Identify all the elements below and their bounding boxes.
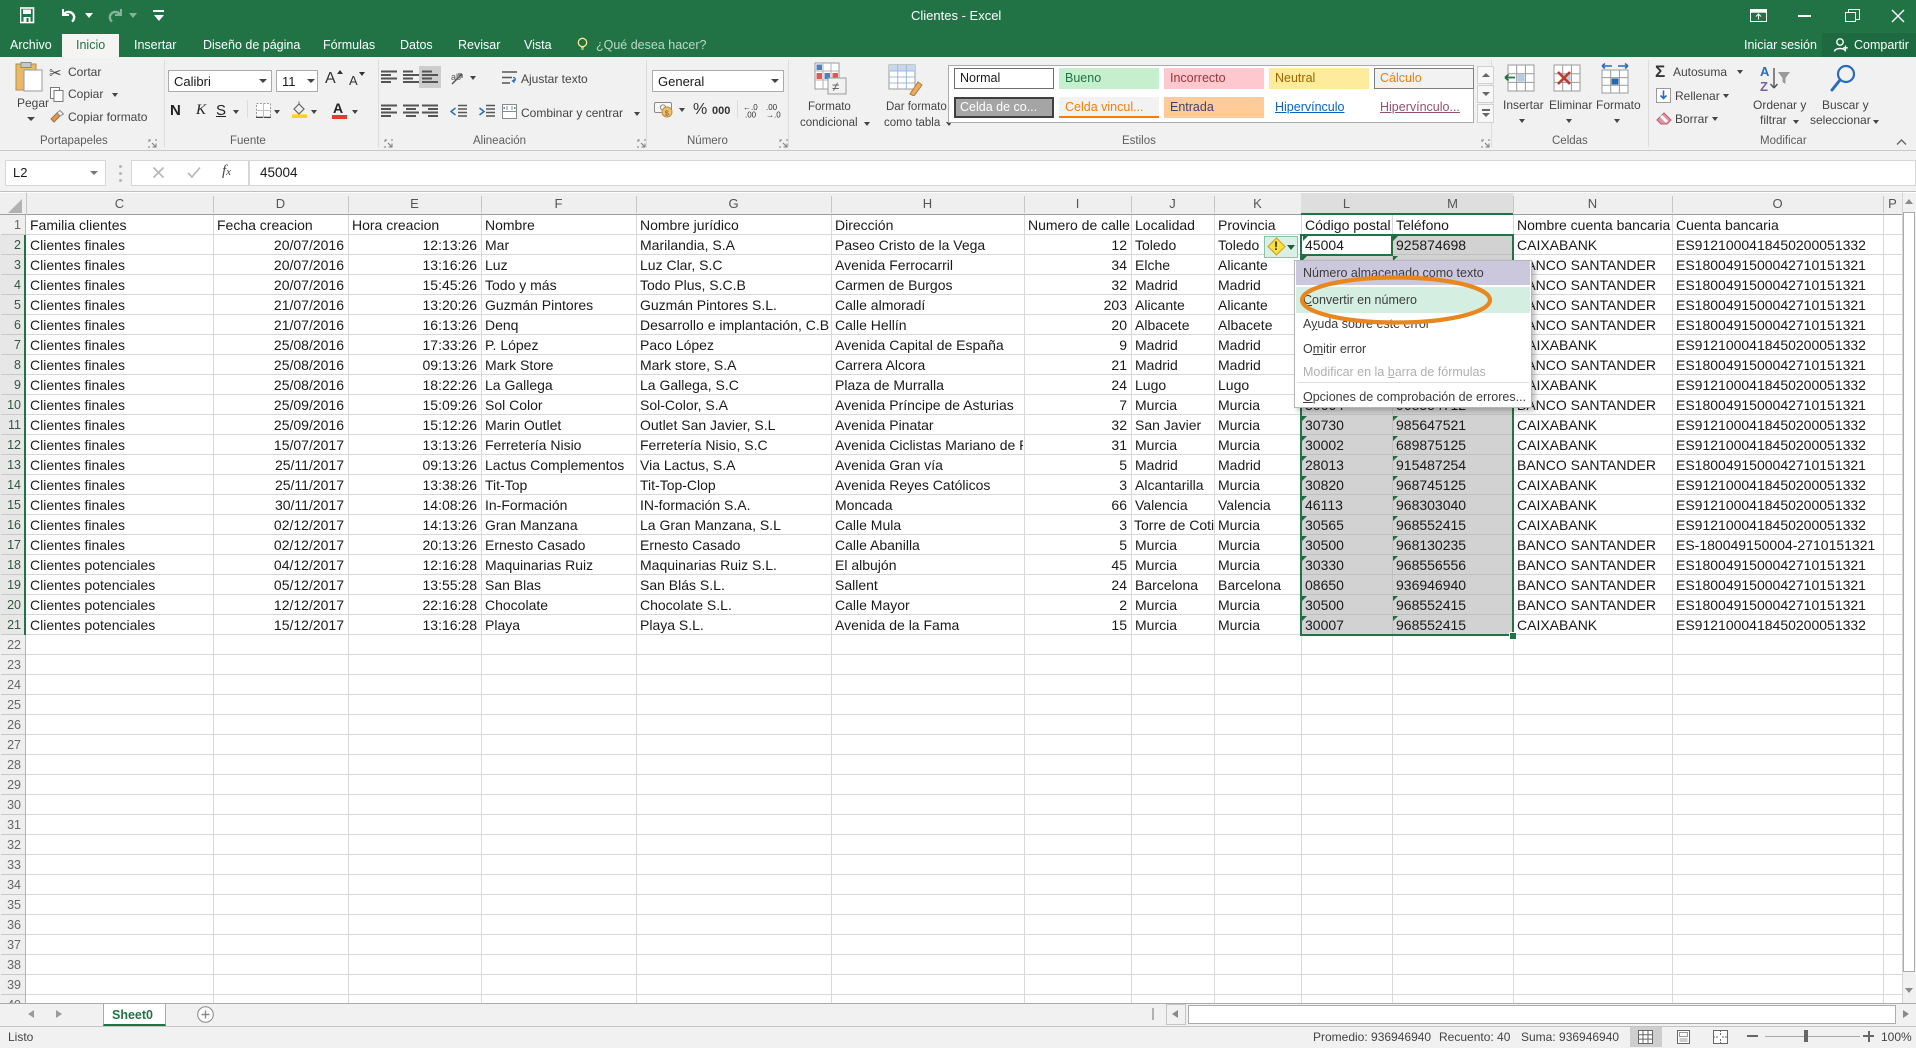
svg-text:ab: ab	[451, 72, 461, 82]
svg-text:Z: Z	[1760, 79, 1768, 94]
svg-text:→.0: →.0	[766, 111, 781, 119]
svg-text:≠: ≠	[832, 79, 839, 94]
svg-text:A: A	[1760, 64, 1770, 79]
svg-text:.00: .00	[745, 111, 757, 119]
